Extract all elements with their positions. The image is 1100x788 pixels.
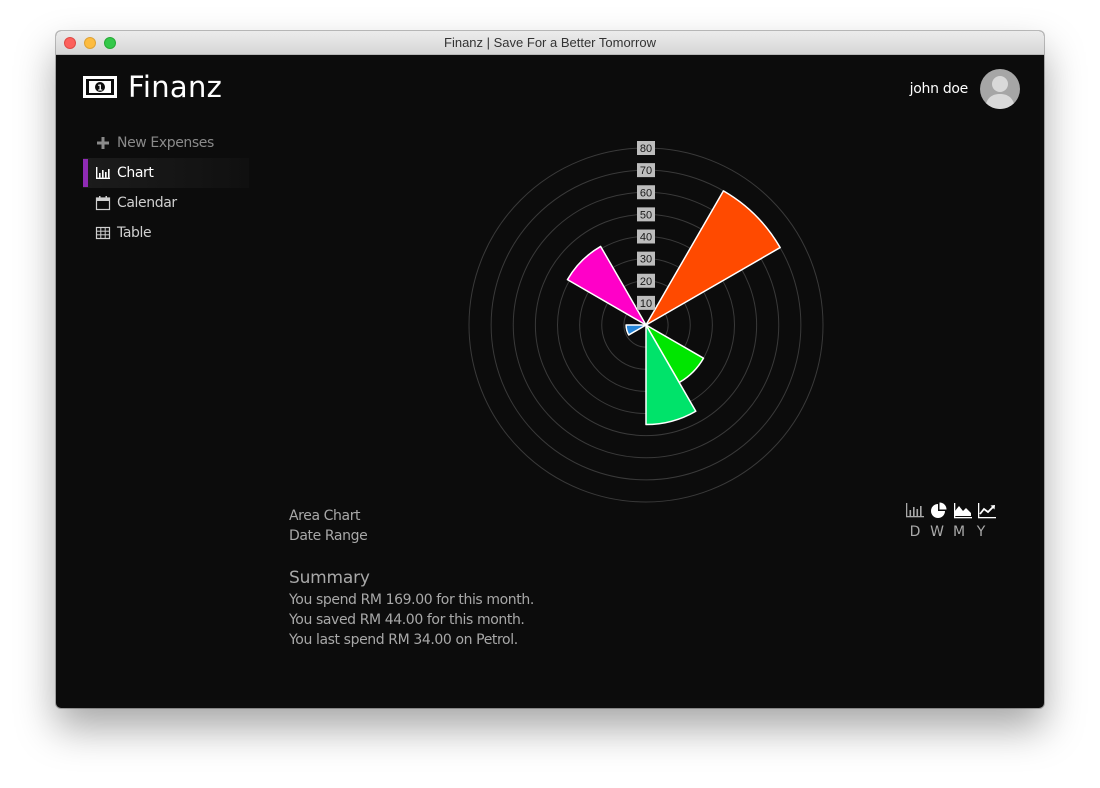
- date-range-label: Date Range: [289, 528, 368, 544]
- user-silhouette-icon: [985, 76, 1015, 109]
- chart-sector[interactable]: [566, 245, 647, 326]
- bar-chart-icon[interactable]: [905, 502, 925, 519]
- date-range-selector: D W M Y: [905, 524, 993, 540]
- app-window: Finanz | Save For a Better Tomorrow 1 Fi…: [56, 31, 1044, 708]
- sidebar-item-table[interactable]: Table: [83, 218, 249, 248]
- summary-text: You spend RM 169.00 for this month. You …: [289, 590, 534, 650]
- chart-type-switcher: [905, 502, 1001, 519]
- window-title: Finanz | Save For a Better Tomorrow: [444, 35, 656, 50]
- tick-label-text: 20: [640, 276, 652, 288]
- calendar-icon: [95, 196, 111, 211]
- tick-label: 20: [637, 273, 655, 288]
- sidebar-item-chart[interactable]: Chart: [83, 158, 249, 188]
- app-content: 1 Finanz john doe New Expenses Chart Cal…: [56, 55, 1044, 708]
- tick-label: 40: [637, 229, 655, 244]
- tick-label-text: 60: [640, 187, 652, 199]
- app-logo[interactable]: 1 Finanz: [83, 70, 222, 104]
- chart-type-label: Area Chart: [289, 508, 361, 524]
- chart-sector[interactable]: [645, 190, 781, 326]
- summary-title: Summary: [289, 568, 370, 588]
- svg-text:1: 1: [97, 84, 103, 93]
- tick-label: 60: [637, 185, 655, 200]
- chart-sector[interactable]: [625, 324, 647, 336]
- chart-sectors: [566, 190, 781, 426]
- tick-label: 80: [637, 141, 655, 155]
- table-icon: [95, 226, 111, 240]
- range-week-button[interactable]: W: [925, 524, 949, 540]
- tick-label-text: 80: [640, 143, 652, 155]
- area-chart-icon[interactable]: [953, 502, 973, 519]
- sidebar-item-label: Table: [117, 225, 152, 241]
- range-day-button[interactable]: D: [903, 524, 927, 540]
- sidebar-nav: New Expenses Chart Calendar Table: [83, 128, 249, 248]
- chart-labels: Area Chart Date Range: [289, 506, 368, 546]
- tick-label-text: 30: [640, 254, 652, 266]
- summary-line: You last spend RM 34.00 on Petrol.: [289, 632, 518, 648]
- tick-label-text: 40: [640, 232, 652, 244]
- sidebar-item-label: Calendar: [117, 195, 177, 211]
- sidebar-item-new-expenses[interactable]: New Expenses: [83, 128, 249, 158]
- tick-label: 10: [637, 295, 655, 310]
- range-year-button[interactable]: Y: [969, 524, 993, 540]
- tick-label-text: 50: [640, 209, 652, 221]
- pie-chart-icon[interactable]: [929, 502, 949, 519]
- user-menu[interactable]: john doe: [910, 69, 1020, 109]
- sidebar-item-label: Chart: [117, 165, 154, 181]
- plus-icon: [97, 137, 109, 149]
- summary-line: You saved RM 44.00 for this month.: [289, 612, 525, 628]
- title-bar: Finanz | Save For a Better Tomorrow: [56, 31, 1044, 55]
- range-month-button[interactable]: M: [947, 524, 971, 540]
- user-name: john doe: [909, 81, 969, 97]
- tick-label: 30: [637, 251, 655, 266]
- line-chart-icon[interactable]: [977, 502, 997, 519]
- avatar[interactable]: [980, 69, 1020, 109]
- tick-label-text: 70: [640, 165, 652, 177]
- sidebar-item-calendar[interactable]: Calendar: [83, 188, 249, 218]
- banknote-icon: 1: [83, 76, 117, 98]
- summary-line: You spend RM 169.00 for this month.: [289, 592, 534, 608]
- tick-label: 70: [637, 163, 655, 178]
- chart-tick-labels: 10 20 30 40 50 60 70 80: [637, 141, 655, 310]
- polar-area-chart: 10 20 30 40 50 60 70 80: [468, 141, 824, 503]
- app-name: Finanz: [128, 70, 223, 104]
- tick-label: 50: [637, 207, 655, 222]
- sidebar-item-label: New Expenses: [117, 135, 214, 151]
- tick-label-text: 10: [640, 298, 652, 310]
- bar-chart-icon: [96, 167, 110, 179]
